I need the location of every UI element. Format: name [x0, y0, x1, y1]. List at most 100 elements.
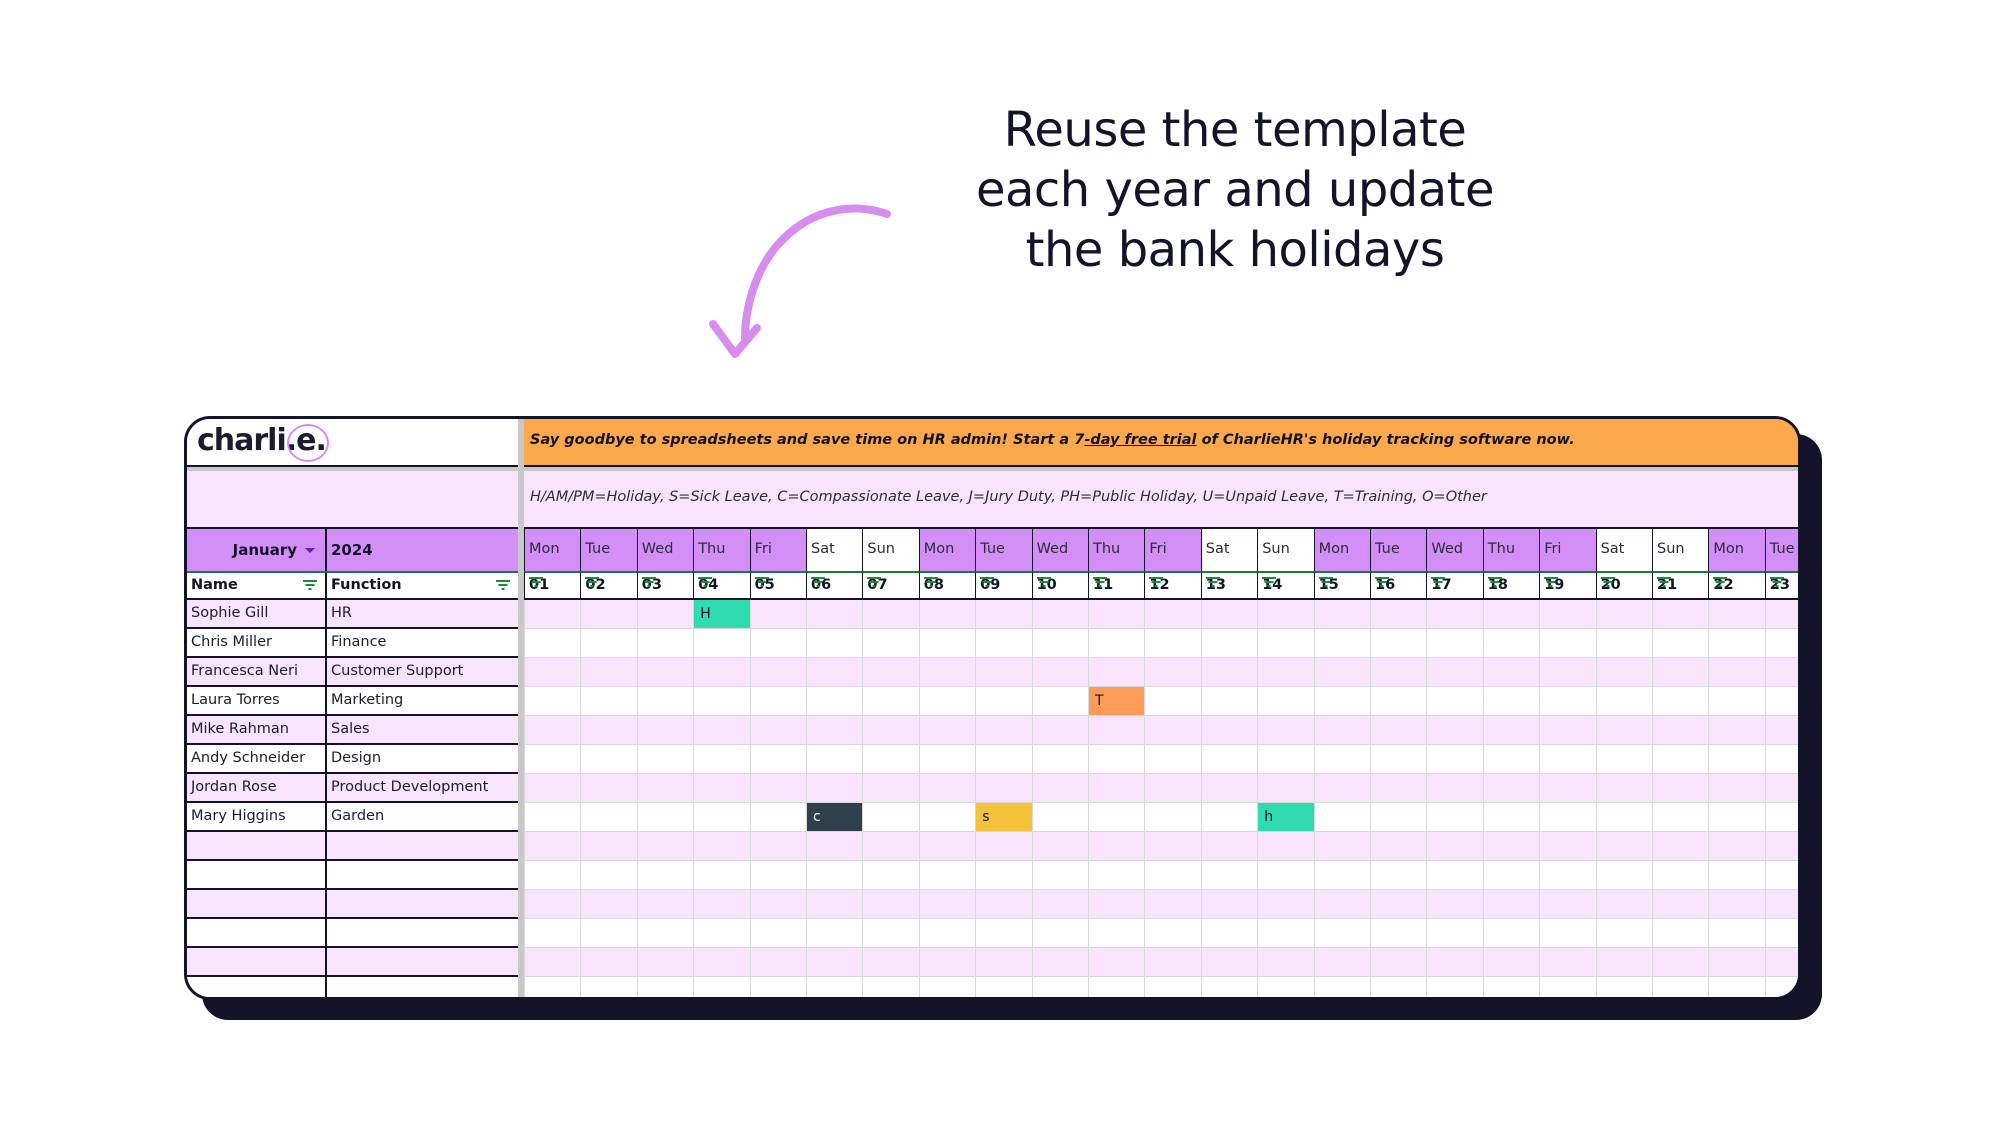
day-cell[interactable]	[975, 629, 1032, 658]
day-cell[interactable]	[918, 890, 976, 919]
day-cell[interactable]	[636, 948, 694, 977]
day-cell[interactable]	[1426, 658, 1483, 687]
day-cell[interactable]	[975, 774, 1032, 803]
day-cell[interactable]	[1257, 687, 1314, 716]
day-cell[interactable]	[1370, 687, 1427, 716]
day-cell[interactable]	[862, 919, 919, 948]
filter-icon[interactable]	[980, 577, 995, 587]
day-cell[interactable]	[749, 803, 806, 832]
day-cell[interactable]	[1426, 716, 1483, 745]
day-cell[interactable]	[1708, 803, 1765, 832]
filter-icon[interactable]	[585, 577, 600, 587]
day-cell[interactable]	[862, 774, 919, 803]
day-cell[interactable]	[1313, 774, 1370, 803]
day-cell[interactable]	[1426, 687, 1483, 716]
day-cell[interactable]	[524, 919, 581, 948]
filter-icon[interactable]	[1375, 577, 1389, 587]
day-cell[interactable]	[1539, 948, 1596, 977]
day-cell[interactable]	[1426, 861, 1483, 890]
day-cell[interactable]	[1708, 629, 1765, 658]
filter-icon[interactable]	[529, 577, 543, 587]
day-cell[interactable]	[749, 716, 806, 745]
day-cell[interactable]	[975, 948, 1032, 977]
day-cell[interactable]	[636, 832, 694, 861]
employee-name-cell[interactable]: Jordan Rose	[187, 774, 325, 801]
day-cell[interactable]	[1482, 861, 1540, 890]
day-cell[interactable]	[1708, 832, 1765, 861]
day-cell[interactable]	[1370, 977, 1427, 997]
employee-function-cell[interactable]: Product Development	[325, 774, 518, 801]
employee-name-cell[interactable]: Laura Torres	[187, 687, 325, 714]
day-cell[interactable]	[862, 629, 919, 658]
day-cell[interactable]	[636, 716, 694, 745]
day-cell[interactable]	[1595, 803, 1652, 832]
day-cell[interactable]	[1313, 919, 1370, 948]
day-cell[interactable]	[1652, 629, 1709, 658]
day-cell[interactable]	[1652, 948, 1709, 977]
day-cell[interactable]	[1708, 919, 1765, 948]
day-cell[interactable]	[580, 890, 637, 919]
day-cell[interactable]	[524, 745, 581, 774]
employee-function-cell[interactable]: Sales	[325, 716, 518, 743]
day-cell[interactable]	[1144, 803, 1201, 832]
filter-icon[interactable]	[1093, 577, 1107, 587]
day-cell[interactable]	[806, 600, 863, 629]
day-cell[interactable]	[1313, 948, 1370, 977]
day-cell[interactable]	[918, 687, 976, 716]
day-cell[interactable]	[1652, 832, 1709, 861]
day-cell[interactable]	[806, 890, 863, 919]
day-cell[interactable]	[1313, 687, 1370, 716]
day-cell[interactable]	[1595, 687, 1652, 716]
day-cell[interactable]	[1031, 919, 1088, 948]
day-cell[interactable]	[1764, 600, 1798, 629]
employee-function-cell[interactable]	[325, 919, 518, 946]
free-trial-link[interactable]: -day free trial	[1084, 432, 1196, 448]
day-cell[interactable]	[1144, 948, 1201, 977]
day-cell[interactable]	[1200, 919, 1258, 948]
day-cell[interactable]	[1426, 629, 1483, 658]
day-cell[interactable]	[1088, 658, 1145, 687]
day-cell[interactable]	[806, 861, 863, 890]
day-cell[interactable]	[1652, 687, 1709, 716]
employee-name-cell[interactable]: Mary Higgins	[187, 803, 325, 830]
day-cell[interactable]	[1144, 716, 1201, 745]
day-cell[interactable]	[1031, 803, 1088, 832]
employee-name-cell[interactable]: Chris Miller	[187, 629, 325, 656]
day-cell[interactable]	[524, 600, 581, 629]
day-cell[interactable]	[806, 629, 863, 658]
month-select[interactable]: January	[187, 527, 325, 571]
employee-function-cell[interactable]: Garden	[325, 803, 518, 830]
day-cell[interactable]	[1539, 803, 1596, 832]
day-cell[interactable]	[862, 890, 919, 919]
day-cell[interactable]	[749, 774, 806, 803]
day-cell[interactable]	[749, 861, 806, 890]
filter-icon[interactable]	[303, 580, 317, 590]
day-cell[interactable]	[1539, 658, 1596, 687]
day-cell[interactable]	[1200, 629, 1258, 658]
day-cell[interactable]	[580, 948, 637, 977]
day-cell[interactable]	[1088, 919, 1145, 948]
day-cell[interactable]	[918, 716, 976, 745]
day-cell[interactable]	[1313, 861, 1370, 890]
day-cell[interactable]	[975, 977, 1032, 997]
leave-entry-cell[interactable]: H	[693, 600, 750, 629]
day-cell[interactable]	[1200, 658, 1258, 687]
day-cell[interactable]	[1539, 832, 1596, 861]
day-cell[interactable]	[1539, 600, 1596, 629]
day-cell[interactable]	[1652, 861, 1709, 890]
filter-icon[interactable]	[1431, 577, 1446, 587]
day-cell[interactable]	[806, 977, 863, 997]
day-cell[interactable]	[1426, 948, 1483, 977]
day-cell[interactable]	[862, 600, 919, 629]
employee-name-cell[interactable]: Andy Schneider	[187, 745, 325, 772]
day-cell[interactable]	[1200, 687, 1258, 716]
day-cell[interactable]	[1764, 745, 1798, 774]
day-cell[interactable]	[1426, 745, 1483, 774]
day-cell[interactable]	[749, 745, 806, 774]
day-cell[interactable]	[580, 687, 637, 716]
day-cell[interactable]	[1313, 832, 1370, 861]
day-cell[interactable]	[524, 716, 581, 745]
day-cell[interactable]	[1482, 600, 1540, 629]
day-cell[interactable]	[1088, 890, 1145, 919]
day-cell[interactable]	[806, 716, 863, 745]
